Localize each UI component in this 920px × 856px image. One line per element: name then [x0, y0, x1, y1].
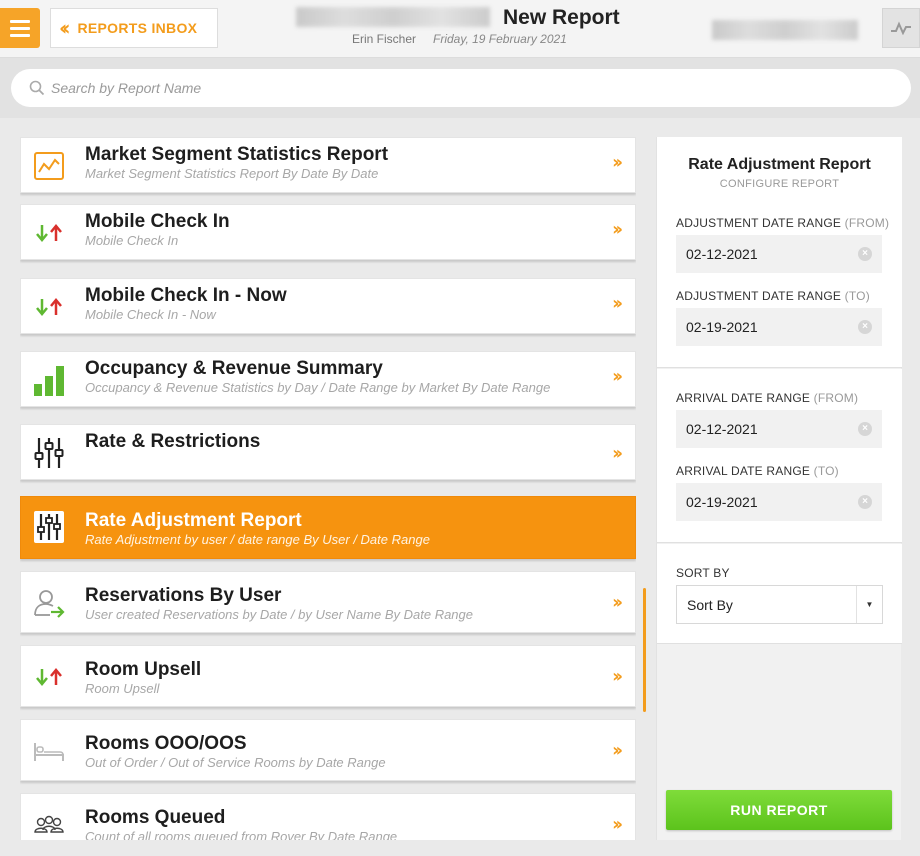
adjustment-date-section: ADJUSTMENT DATE RANGE (FROM) 02-12-2021 …	[657, 197, 902, 368]
report-item-rate-restrictions[interactable]: Rate & Restrictions ››	[20, 424, 636, 480]
page-title: New Report	[503, 6, 620, 29]
report-title: Room Upsell	[85, 659, 202, 680]
search-box[interactable]	[11, 69, 911, 107]
activity-pulse-icon	[891, 21, 911, 35]
report-list[interactable]: Market Segment Statistics Report Market …	[20, 137, 636, 840]
adjustment-to-field[interactable]: 02-19-2021 ×	[676, 308, 882, 346]
chevron-right-icon: ››	[612, 293, 623, 314]
sort-section: SORT BY Sort By ▼	[657, 544, 902, 644]
arrows-up-down-icon	[33, 217, 65, 249]
config-subtitle: CONFIGURE REPORT	[719, 178, 840, 190]
report-item-rooms-queued[interactable]: Rooms Queued Count of all rooms queued f…	[20, 793, 636, 840]
report-description: Rate Adjustment by user / date range By …	[85, 532, 430, 547]
arrival-from-label: ARRIVAL DATE RANGE (FROM)	[676, 391, 859, 405]
report-description: Market Segment Statistics Report By Date…	[85, 166, 379, 181]
chevron-right-icon: ››	[612, 740, 623, 761]
chevron-right-icon: ››	[612, 443, 623, 464]
report-title: Reservations By User	[85, 585, 282, 606]
sliders-icon	[33, 437, 65, 469]
chevron-right-icon: ››	[612, 366, 623, 387]
arrival-from-field[interactable]: 02-12-2021 ×	[676, 410, 882, 448]
redacted-header-info	[712, 20, 858, 40]
config-report-title: Rate Adjustment Report	[688, 156, 871, 173]
report-title: Rate Adjustment Report	[85, 510, 302, 531]
chevron-right-icon: ››	[612, 152, 623, 173]
clear-icon[interactable]: ×	[858, 320, 872, 334]
adjustment-from-label: ADJUSTMENT DATE RANGE (FROM)	[676, 216, 890, 230]
report-title: Mobile Check In - Now	[85, 285, 287, 306]
report-description: User created Reservations by Date / by U…	[85, 607, 474, 622]
arrival-to-value: 02-19-2021	[686, 494, 758, 510]
reports-inbox-button[interactable]: ‹‹ REPORTS INBOX	[50, 8, 218, 48]
people-icon	[33, 809, 65, 840]
activity-button[interactable]	[882, 8, 920, 48]
search-icon	[29, 80, 45, 96]
chevron-right-icon: ››	[612, 592, 623, 613]
report-item-rate-adjustment[interactable]: Rate Adjustment Report Rate Adjustment b…	[20, 496, 636, 559]
user-name: Erin Fischer	[352, 32, 417, 46]
clear-icon[interactable]: ×	[858, 495, 872, 509]
report-title: Rate & Restrictions	[85, 431, 261, 452]
arrival-to-field[interactable]: 02-19-2021 ×	[676, 483, 882, 521]
search-bar-area	[0, 58, 920, 118]
report-item-reservations-by-user[interactable]: Reservations By User User created Reserv…	[20, 571, 636, 633]
run-report-button[interactable]: RUN REPORT	[666, 790, 892, 830]
report-description: Out of Order / Out of Service Rooms by D…	[85, 755, 386, 770]
arrows-up-down-icon	[33, 291, 65, 323]
adjustment-from-value: 02-12-2021	[686, 246, 758, 262]
report-item-market-segment[interactable]: Market Segment Statistics Report Market …	[20, 137, 636, 193]
sort-by-select[interactable]: Sort By ▼	[676, 585, 883, 624]
report-description: Count of all rooms queued from Rover By …	[85, 829, 398, 840]
adjustment-to-value: 02-19-2021	[686, 319, 758, 335]
adjustment-to-label: ADJUSTMENT DATE RANGE (TO)	[676, 289, 870, 303]
top-header: ‹‹ REPORTS INBOX New Report Erin Fischer…	[0, 0, 920, 58]
sliders-icon	[33, 511, 65, 543]
arrival-date-section: ARRIVAL DATE RANGE (FROM) 02-12-2021 × A…	[657, 369, 902, 543]
user-arrow-icon	[33, 587, 65, 619]
arrows-up-down-icon	[33, 661, 65, 693]
arrival-from-value: 02-12-2021	[686, 421, 758, 437]
chevron-right-icon: ››	[612, 219, 623, 240]
report-item-mobile-check-in-now[interactable]: Mobile Check In - Now Mobile Check In - …	[20, 278, 636, 334]
report-title: Rooms Queued	[85, 807, 226, 828]
double-chevron-left-icon: ‹‹	[59, 16, 71, 40]
report-description: Mobile Check In	[85, 233, 179, 248]
search-input[interactable]	[51, 80, 851, 96]
chevron-right-icon: ››	[612, 814, 623, 835]
line-chart-icon	[33, 150, 65, 182]
report-description: Mobile Check In - Now	[85, 307, 216, 322]
sort-by-label: SORT BY	[676, 566, 730, 580]
sort-by-value: Sort By	[687, 596, 733, 613]
clear-icon[interactable]: ×	[858, 247, 872, 261]
redacted-hotel-name	[296, 7, 490, 27]
bed-icon	[33, 735, 65, 767]
report-item-occupancy-revenue[interactable]: Occupancy & Revenue Summary Occupancy & …	[20, 351, 636, 407]
report-title: Mobile Check In	[85, 211, 230, 232]
report-title: Occupancy & Revenue Summary	[85, 358, 383, 379]
arrival-to-label: ARRIVAL DATE RANGE (TO)	[676, 464, 839, 478]
report-title: Rooms OOO/OOS	[85, 733, 247, 754]
configure-report-panel: Rate Adjustment Report CONFIGURE REPORT …	[656, 137, 902, 840]
report-title: Market Segment Statistics Report	[85, 144, 389, 165]
chevron-right-icon: ››	[612, 666, 623, 687]
report-item-rooms-ooo-oos[interactable]: Rooms OOO/OOS Out of Order / Out of Serv…	[20, 719, 636, 781]
report-item-mobile-check-in[interactable]: Mobile Check In Mobile Check In ››	[20, 204, 636, 260]
panel-header: Rate Adjustment Report CONFIGURE REPORT	[657, 137, 902, 197]
reports-inbox-label: REPORTS INBOX	[77, 20, 198, 36]
report-item-room-upsell[interactable]: Room Upsell Room Upsell ››	[20, 645, 636, 707]
report-description: Room Upsell	[85, 681, 160, 696]
hamburger-icon	[10, 19, 30, 23]
list-scrollbar[interactable]	[643, 588, 646, 712]
menu-button[interactable]	[0, 8, 40, 48]
bar-chart-icon	[33, 364, 65, 396]
report-description: Occupancy & Revenue Statistics by Day / …	[85, 380, 551, 395]
caret-down-icon: ▼	[856, 586, 882, 623]
business-date: Friday, 19 February 2021	[433, 32, 567, 46]
adjustment-from-field[interactable]: 02-12-2021 ×	[676, 235, 882, 273]
clear-icon[interactable]: ×	[858, 422, 872, 436]
